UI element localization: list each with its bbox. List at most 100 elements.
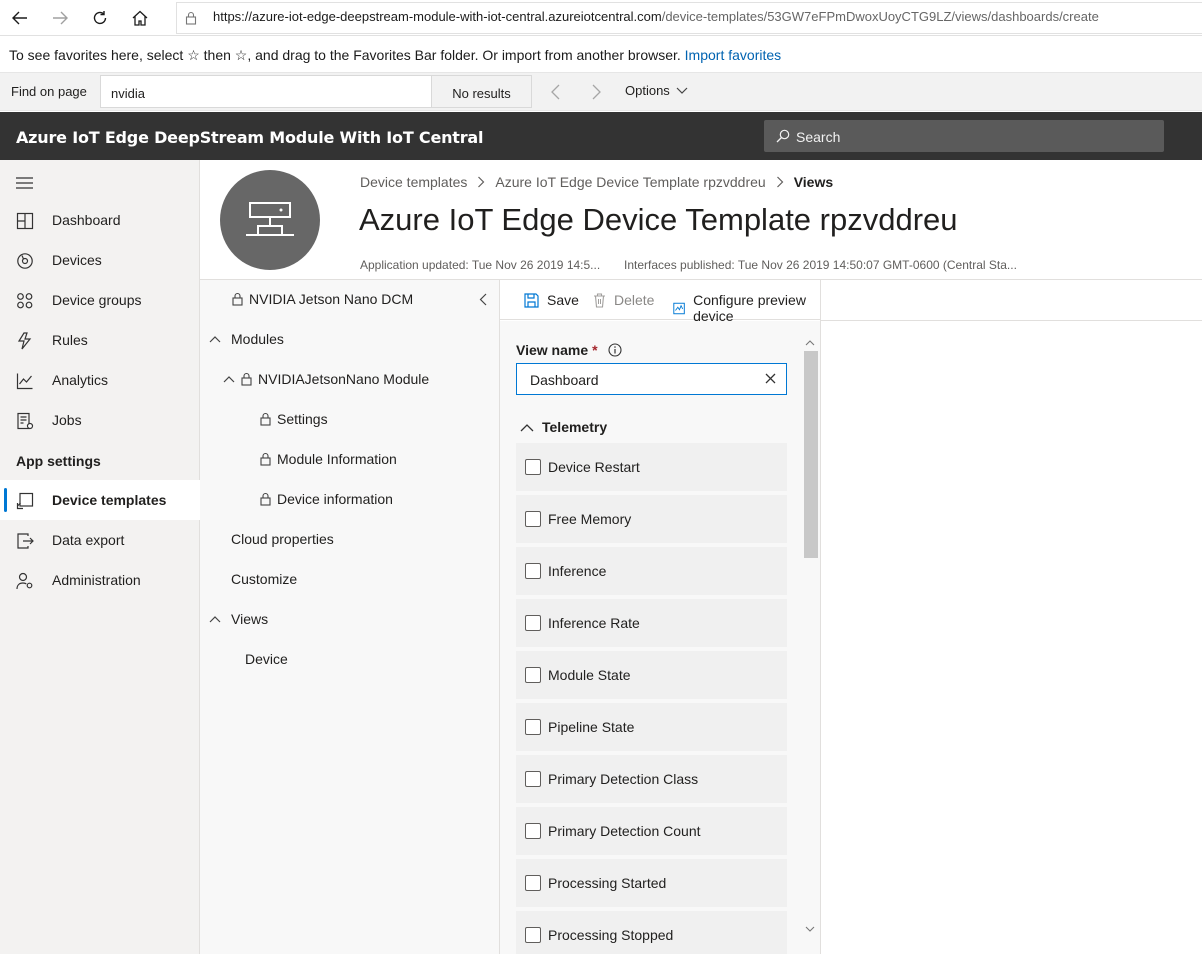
checkbox[interactable]	[525, 459, 541, 475]
jobs-icon	[17, 412, 34, 430]
search-placeholder: Search	[796, 129, 841, 145]
tree-item-customize[interactable]: Customize	[231, 571, 297, 587]
save-icon	[524, 292, 539, 308]
device-templates-icon	[16, 492, 34, 510]
tree-label: NVIDIA Jetson Nano DCM	[249, 291, 414, 307]
favorites-hint-3: , and drag to the Favorites Bar folder. …	[247, 47, 685, 63]
telemetry-label: Processing Started	[548, 875, 667, 891]
tree-item-modules[interactable]: Modules	[209, 331, 284, 347]
lock-icon	[232, 292, 243, 306]
application-updated: Application updated: Tue Nov 26 2019 14:…	[360, 258, 601, 272]
tree-item-device-information[interactable]: Device information	[260, 491, 393, 507]
breadcrumb-template[interactable]: Azure IoT Edge Device Template rpzvddreu	[495, 174, 765, 190]
telemetry-section-toggle[interactable]: Telemetry	[520, 419, 607, 435]
telemetry-item[interactable]: Inference Rate	[516, 599, 787, 647]
configure-preview-device-button[interactable]: Configure preview device	[673, 292, 820, 324]
telemetry-label: Inference	[548, 563, 607, 579]
device-template-avatar	[220, 170, 320, 270]
checkbox[interactable]	[525, 615, 541, 631]
checkbox[interactable]	[525, 927, 541, 943]
checkbox[interactable]	[525, 667, 541, 683]
view-name-value: Dashboard	[530, 372, 599, 388]
telemetry-item[interactable]: Processing Started	[516, 859, 787, 907]
tree-label: Device information	[277, 491, 393, 507]
star-filled-icon: ☆	[234, 47, 248, 63]
nav-item-label: Dashboard	[52, 212, 121, 228]
tree-item-device-view[interactable]: Device	[245, 651, 288, 667]
telemetry-item[interactable]: Module State	[516, 651, 787, 699]
telemetry-item[interactable]: Primary Detection Count	[516, 807, 787, 855]
nav-item-device-templates[interactable]: Device templates	[0, 480, 200, 520]
chevron-up-icon	[223, 376, 235, 383]
view-name-input[interactable]: Dashboard	[516, 363, 787, 395]
scrollbar-thumb[interactable]	[804, 351, 818, 558]
nav-item-label: Analytics	[52, 372, 109, 388]
telemetry-item[interactable]: Free Memory	[516, 495, 787, 543]
telemetry-item[interactable]: Device Restart	[516, 443, 787, 491]
save-button[interactable]: Save	[524, 292, 579, 308]
telemetry-label: Free Memory	[548, 511, 632, 527]
lock-icon	[260, 412, 271, 426]
search-icon	[776, 129, 790, 143]
chart-preview-icon	[673, 302, 685, 314]
telemetry-item[interactable]: Primary Detection Class	[516, 755, 787, 803]
collapse-panel-icon[interactable]	[479, 293, 487, 306]
checkbox[interactable]	[525, 771, 541, 787]
nav-item-dashboard[interactable]: Dashboard	[0, 200, 200, 240]
nav-item-label: Device templates	[52, 492, 167, 508]
refresh-icon[interactable]	[80, 0, 120, 36]
home-icon[interactable]	[120, 0, 160, 36]
nav-item-rules[interactable]: Rules	[0, 320, 200, 360]
tree-item-settings[interactable]: Settings	[260, 411, 328, 427]
tree-item-views[interactable]: Views	[209, 611, 268, 627]
favorites-hint-2: then	[199, 47, 235, 63]
checkbox[interactable]	[525, 875, 541, 891]
tree-label: NVIDIAJetsonNano Module	[258, 371, 430, 387]
scroll-up-icon[interactable]	[804, 339, 816, 347]
nav-item-analytics[interactable]: Analytics	[0, 360, 200, 400]
nav-item-administration[interactable]: Administration	[0, 560, 200, 600]
tree-item-dcm[interactable]: NVIDIA Jetson Nano DCM	[232, 291, 413, 307]
breadcrumb-device-templates[interactable]: Device templates	[360, 174, 467, 190]
checkbox[interactable]	[525, 823, 541, 839]
nav-item-label: Jobs	[52, 412, 82, 428]
info-icon[interactable]	[608, 343, 622, 357]
nav-item-data-export[interactable]: Data export	[0, 520, 200, 560]
find-next-icon[interactable]	[586, 82, 606, 102]
tree-item-module[interactable]: NVIDIAJetsonNano Module	[223, 371, 429, 387]
scroll-down-icon[interactable]	[804, 925, 816, 933]
favorites-bar: To see favorites here, select ☆ then ☆, …	[0, 37, 1202, 71]
nav-item-jobs[interactable]: Jobs	[0, 400, 200, 440]
checkbox[interactable]	[525, 511, 541, 527]
preview-canvas	[820, 280, 1202, 954]
star-icon: ☆	[187, 47, 200, 63]
telemetry-item[interactable]: Inference	[516, 547, 787, 595]
find-previous-icon[interactable]	[546, 82, 566, 102]
edge-device-icon	[246, 202, 294, 236]
import-favorites-link[interactable]: Import favorites	[685, 47, 781, 63]
find-options-button[interactable]: Options	[625, 83, 688, 98]
telemetry-item[interactable]: Processing Stopped	[516, 911, 787, 954]
tree-item-cloud-properties[interactable]: Cloud properties	[231, 531, 334, 547]
analytics-icon	[16, 373, 33, 390]
find-input[interactable]: nvidia	[100, 75, 432, 108]
delete-button[interactable]: Delete	[593, 292, 654, 308]
url-path: /device-templates/53GW7eFPmDwoxUoyCTG9LZ…	[661, 9, 1099, 24]
tree-item-module-information[interactable]: Module Information	[260, 451, 397, 467]
global-search-input[interactable]: Search	[764, 120, 1164, 152]
telemetry-item[interactable]: Pipeline State	[516, 703, 787, 751]
nav-item-devices[interactable]: Devices	[0, 240, 200, 280]
back-icon[interactable]	[0, 0, 40, 36]
view-form-panel: View name * Dashboard Telemetry Device R…	[500, 321, 820, 954]
hamburger-menu-icon[interactable]	[16, 176, 34, 190]
app-header: Azure IoT Edge DeepStream Module With Io…	[0, 112, 1202, 160]
nav-item-device-groups[interactable]: Device groups	[0, 280, 200, 320]
view-name-text: View name	[516, 342, 589, 358]
clear-icon[interactable]	[765, 373, 776, 384]
browser-toolbar: https://azure-iot-edge-deepstream-module…	[0, 0, 1202, 36]
lock-icon	[260, 492, 271, 506]
checkbox[interactable]	[525, 719, 541, 735]
forward-icon[interactable]	[40, 0, 80, 36]
checkbox[interactable]	[525, 563, 541, 579]
url-text[interactable]: https://azure-iot-edge-deepstream-module…	[213, 9, 1099, 24]
